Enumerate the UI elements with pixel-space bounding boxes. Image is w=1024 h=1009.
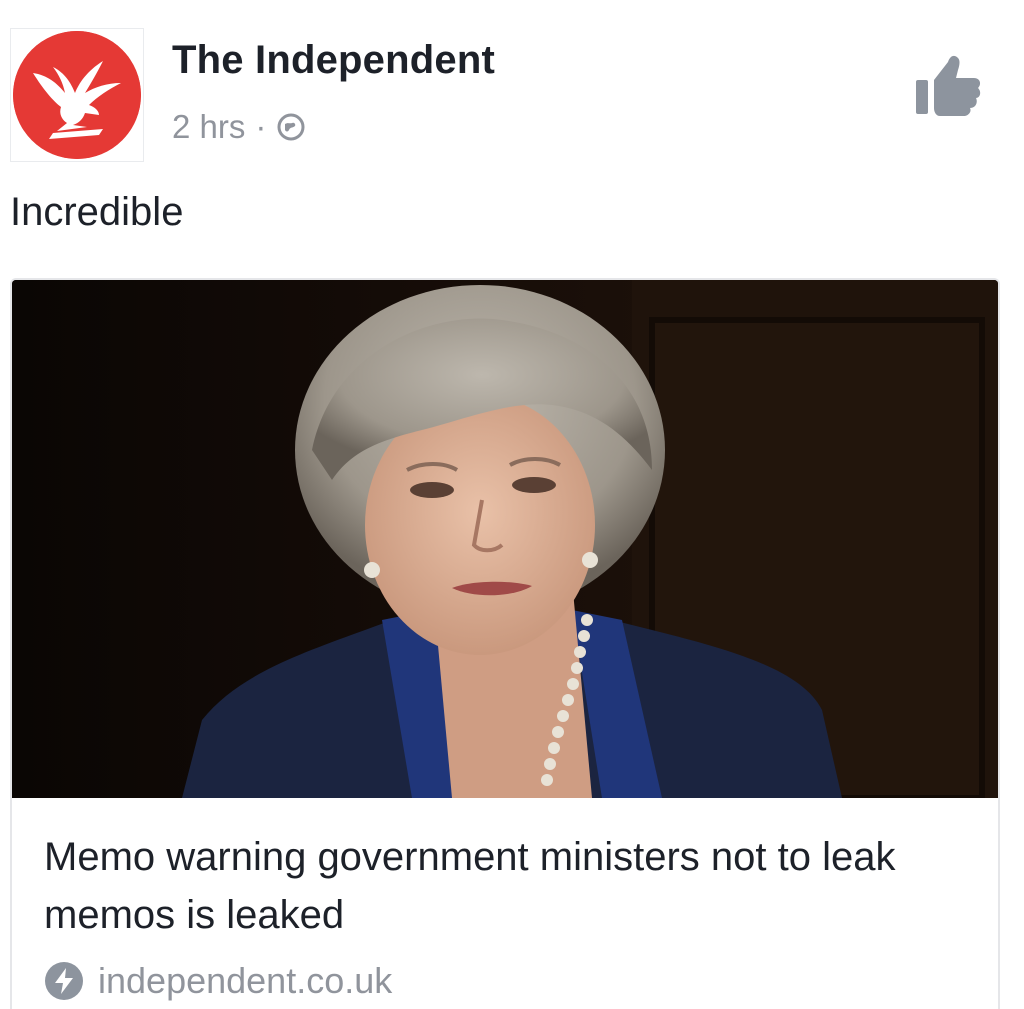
post-meta: 2 hrs · bbox=[172, 108, 306, 146]
link-preview-image[interactable] bbox=[12, 280, 998, 798]
thumbs-up-icon bbox=[916, 55, 981, 116]
portrait-photo bbox=[12, 280, 998, 798]
eagle-logo-icon bbox=[13, 31, 141, 159]
page-avatar-frame[interactable] bbox=[10, 28, 144, 162]
post-timestamp[interactable]: 2 hrs bbox=[172, 108, 245, 146]
globe-icon bbox=[276, 112, 306, 142]
page-avatar[interactable] bbox=[13, 31, 141, 159]
shared-link-card[interactable]: Memo warning government ministers not to… bbox=[10, 278, 1000, 1009]
post-message: Incredible bbox=[10, 190, 184, 234]
like-page-button[interactable] bbox=[912, 50, 984, 120]
meta-separator: · bbox=[255, 108, 267, 145]
page-name-link[interactable]: The Independent bbox=[172, 38, 495, 83]
link-domain: independent.co.uk bbox=[98, 960, 393, 1001]
link-domain-row: independent.co.uk bbox=[44, 960, 392, 1002]
link-headline[interactable]: Memo warning government ministers not to… bbox=[44, 828, 974, 944]
bolt-icon bbox=[44, 961, 84, 1001]
feed-post: The Independent 2 hrs · Incredible Memo … bbox=[0, 0, 1024, 1009]
